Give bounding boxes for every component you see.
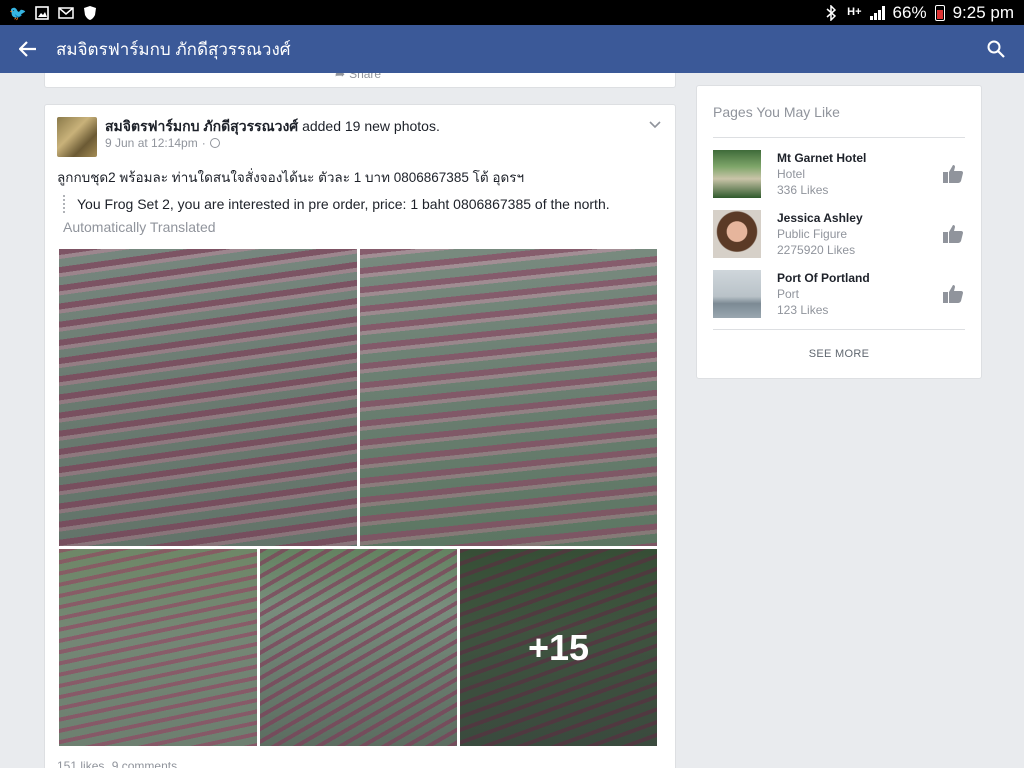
translation-text: You Frog Set 2, you are interested in pr… <box>77 196 610 212</box>
battery-icon <box>934 4 945 21</box>
post-header-text: สมจิตรฟาร์มกบ ภักดีสุวรรณวงศ์ added 19 n… <box>105 117 663 157</box>
auto-translated-link[interactable]: Automatically Translated <box>63 219 216 235</box>
page-category: Port <box>777 287 800 301</box>
search-icon[interactable] <box>984 37 1008 61</box>
post-translation: You Frog Set 2, you are interested in pr… <box>63 193 663 215</box>
page-info: Mt Garnet Hotel Hotel 336 Likes <box>777 150 941 198</box>
app-bar: สมจิตรฟาร์มกบ ภักดีสุวรรณวงศ์ <box>0 25 1024 73</box>
page-name[interactable]: Mt Garnet Hotel <box>777 150 941 166</box>
post-header: สมจิตรฟาร์มกบ ภักดีสุวรรณวงศ์ added 19 n… <box>57 117 663 157</box>
post-headline: สมจิตรฟาร์มกบ ภักดีสุวรรณวงศ์ added 19 n… <box>105 117 663 135</box>
likes-count[interactable]: 151 likes <box>57 759 104 768</box>
globe-icon <box>209 138 220 148</box>
page-name[interactable]: Jessica Ashley <box>777 210 941 226</box>
shield-icon <box>82 5 98 20</box>
page-likes: 123 Likes <box>777 303 829 317</box>
page-category: Public Figure <box>777 227 848 241</box>
post-timestamp[interactable]: 9 Jun at 12:14pm <box>105 135 198 151</box>
battery-percent: 66% <box>892 2 927 22</box>
share-button[interactable]: ➦ Share <box>335 73 381 81</box>
thumbs-up-icon[interactable] <box>941 222 965 246</box>
system-status: H+ 66% 9:25 pm <box>823 3 1014 23</box>
chevron-down-icon[interactable] <box>647 117 663 133</box>
page-thumbnail[interactable] <box>713 270 761 318</box>
post-stats: 151 likes 9 comments <box>57 759 177 768</box>
post-meta: 9 Jun at 12:14pm · <box>105 135 663 151</box>
post-card: สมจิตรฟาร์มกบ ภักดีสุวรรณวงศ์ added 19 n… <box>44 104 676 768</box>
see-more-button[interactable]: SEE MORE <box>697 348 981 360</box>
post-photo[interactable] <box>59 549 257 746</box>
mail-icon <box>58 6 74 20</box>
post-photo[interactable] <box>360 249 657 546</box>
suggested-page: Port Of Portland Port 123 Likes <box>713 270 965 320</box>
more-photos-count: +15 <box>527 626 590 668</box>
more-photos-overlay: +15 <box>460 549 657 746</box>
post-text: ลูกกบชุด2 พร้อมละ ท่านใดสนใจสั่งจองได้นะ… <box>57 170 525 185</box>
post-photo-more[interactable]: +15 <box>460 549 657 746</box>
post-photo[interactable] <box>59 249 357 546</box>
page-info: Port Of Portland Port 123 Likes <box>777 270 941 318</box>
network-type: H+ <box>847 6 862 18</box>
image-icon <box>34 5 50 20</box>
previous-post-footer: ➦ Share <box>44 73 676 88</box>
translation-divider <box>63 195 65 213</box>
page-name[interactable]: Port Of Portland <box>777 270 941 286</box>
page-thumbnail[interactable] <box>713 210 761 258</box>
page-info: Jessica Ashley Public Figure 2275920 Lik… <box>777 210 941 258</box>
notification-icons: 🐦 <box>9 4 98 21</box>
suggested-page: Mt Garnet Hotel Hotel 336 Likes <box>713 150 965 200</box>
status-bar: 🐦 H+ 66% 9:25 pm <box>0 0 1024 25</box>
avatar[interactable] <box>57 117 97 157</box>
page-category: Hotel <box>777 167 806 181</box>
signal-icon <box>869 5 885 20</box>
thumbs-up-icon[interactable] <box>941 282 965 306</box>
bird-icon: 🐦 <box>9 4 27 21</box>
page-likes: 2275920 Likes <box>777 243 856 257</box>
page-title: สมจิตรฟาร์มกบ ภักดีสุวรรณวงศ์ <box>56 39 291 59</box>
thumbs-up-icon[interactable] <box>941 162 965 186</box>
share-icon: ➦ <box>335 73 346 81</box>
clock: 9:25 pm <box>952 2 1014 22</box>
author-name[interactable]: สมจิตรฟาร์มกบ ภักดีสุวรรณวงศ์ <box>105 118 298 134</box>
meta-separator: · <box>201 136 206 150</box>
sidebar-title: Pages You May Like <box>713 104 840 120</box>
page-likes: 336 Likes <box>777 183 829 197</box>
pages-you-may-like: Pages You May Like Mt Garnet Hotel Hotel… <box>696 85 982 379</box>
comments-count[interactable]: 9 comments <box>112 759 177 768</box>
post-photo[interactable] <box>260 549 457 746</box>
bluetooth-icon <box>823 4 839 21</box>
divider <box>713 329 965 330</box>
divider <box>713 137 965 138</box>
back-arrow-icon[interactable] <box>16 37 40 61</box>
page-thumbnail[interactable] <box>713 150 761 198</box>
post-action: added 19 new photos. <box>302 118 440 134</box>
share-label: Share <box>349 73 382 81</box>
suggested-page: Jessica Ashley Public Figure 2275920 Lik… <box>713 210 965 260</box>
